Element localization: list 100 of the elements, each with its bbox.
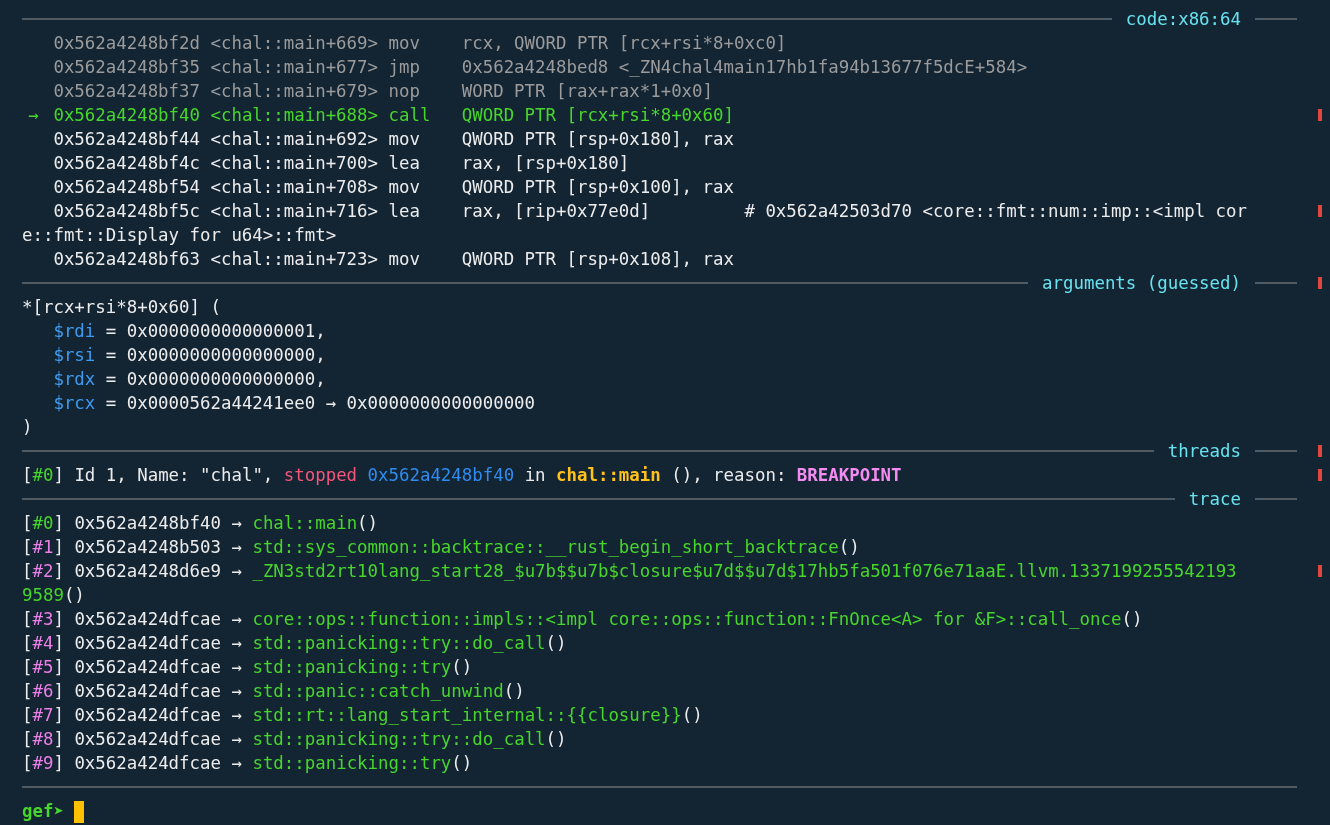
- thread-info: Id 1, Name: "chal",: [74, 465, 274, 485]
- closing-paren: ): [22, 417, 33, 437]
- call-parens: (): [451, 753, 473, 773]
- frame-address: 0x562a4248b503: [74, 537, 221, 557]
- scroll-marker: [1318, 565, 1322, 577]
- frame-index: [#9]: [22, 753, 64, 773]
- register-value: = 0x0000000000000001,: [105, 321, 326, 341]
- mnemonic: jmp: [388, 56, 421, 79]
- symbol-label: <chal::main+708>: [210, 177, 378, 197]
- scroll-marker: [1318, 109, 1322, 121]
- frame-address: 0x562a4248d6e9: [74, 561, 221, 581]
- arrow: →: [231, 609, 242, 629]
- call-expression: *[rcx+rsi*8+0x60] (: [22, 297, 221, 317]
- section-title: trace: [1187, 489, 1242, 509]
- frame-index: [#2]: [22, 561, 64, 581]
- symbol-label: <chal::main+700>: [210, 153, 378, 173]
- frame-index: [#7]: [22, 705, 64, 725]
- operands: 0x562a4248bed8 <_ZN4chal4main17hb1fa94b13677f5dcE+584>: [461, 57, 1028, 77]
- section-title: arguments (guessed): [1041, 273, 1242, 293]
- address: 0x562a4248bf63: [53, 249, 200, 269]
- scroll-marker: [1318, 277, 1322, 289]
- register-name: $rdi: [53, 321, 96, 341]
- scroll-marker: [1318, 469, 1322, 481]
- address: 0x562a4248bf4c: [53, 153, 200, 173]
- stop-reason: BREAKPOINT: [796, 465, 902, 485]
- mnemonic: mov: [388, 176, 421, 199]
- operands: WORD PTR [rax+rax*1+0x0]: [461, 81, 714, 101]
- frame-function: std::sys_common::backtrace::__rust_begin_short_backtrace: [252, 537, 839, 557]
- scroll-marker: [1318, 445, 1322, 457]
- section-title: code:x86:64: [1124, 9, 1242, 29]
- frame-function: core::ops::function::impls::<impl core::ops::function::FnOnce<A> for &F>::call_once: [252, 609, 1122, 629]
- mnemonic: mov: [388, 248, 421, 271]
- mnemonic: call: [388, 104, 432, 127]
- call-parens: (): [503, 681, 525, 701]
- arrow: →: [231, 705, 242, 725]
- call-parens: (): [545, 729, 567, 749]
- frame-function: std::panicking::try::do_call: [252, 633, 546, 653]
- register-value: = 0x0000000000000000,: [105, 369, 326, 389]
- frame-index: [#5]: [22, 657, 64, 677]
- call-parens: (): [1121, 609, 1143, 629]
- symbol-label: <chal::main+723>: [210, 249, 378, 269]
- operands: QWORD PTR [rsp+0x100], rax: [461, 177, 734, 197]
- register-name: $rsi: [53, 345, 96, 365]
- arrow: →: [231, 513, 242, 533]
- frame-address: 0x562a424dfcae: [74, 729, 221, 749]
- frame-index: [#6]: [22, 681, 64, 701]
- symbol-label: <chal::main+679>: [210, 81, 378, 101]
- address: 0x562a4248bf35: [53, 57, 200, 77]
- operands: QWORD PTR [rcx+rsi*8+0x60]: [461, 105, 734, 125]
- operands: rcx, QWORD PTR [rcx+rsi*8+0xc0]: [461, 33, 787, 53]
- register-value: = 0x0000000000000000,: [105, 345, 326, 365]
- frame-index: [#0]: [22, 465, 64, 485]
- frame-function: std::panicking::try: [252, 657, 452, 677]
- frame-function: std::rt::lang_start_internal::{{closure}}: [252, 705, 682, 725]
- arrow: →: [231, 729, 242, 749]
- thread-status: stopped: [283, 465, 358, 485]
- symbol-label: <chal::main+692>: [210, 129, 378, 149]
- thread-address: 0x562a4248bf40: [367, 465, 515, 485]
- scroll-marker: [1318, 205, 1322, 217]
- arrow: →: [231, 633, 242, 653]
- address: 0x562a4248bf40: [53, 105, 200, 125]
- frame-function: std::panicking::try: [252, 753, 452, 773]
- call-parens: (): [681, 705, 703, 725]
- mnemonic: lea: [388, 200, 421, 223]
- symbol-label: <chal::main+677>: [210, 57, 378, 77]
- register-name: $rdx: [53, 369, 96, 389]
- thread-function: chal::main: [556, 465, 661, 485]
- frame-address: 0x562a424dfcae: [74, 753, 221, 773]
- symbol-label: <chal::main+716>: [210, 201, 378, 221]
- call-parens: (): [838, 537, 860, 557]
- operands: QWORD PTR [rsp+0x108], rax: [461, 249, 734, 269]
- frame-index: [#8]: [22, 729, 64, 749]
- frame-function: chal::main: [252, 513, 358, 533]
- thread-info: (), reason:: [671, 465, 787, 485]
- frame-address: 0x562a424dfcae: [74, 705, 221, 725]
- address: 0x562a4248bf44: [53, 129, 200, 149]
- frame-address: 0x562a424dfcae: [74, 681, 221, 701]
- frame-function: std::panic::catch_unwind: [252, 681, 504, 701]
- arrow: →: [231, 561, 242, 581]
- register-value: = 0x0000562a44241ee0 → 0x0000000000000000: [105, 393, 536, 413]
- code-comment: # 0x562a42503d70 <core::fmt::num::imp::<impl cor: [744, 201, 1247, 221]
- frame-index: [#3]: [22, 609, 64, 629]
- address: 0x562a4248bf2d: [53, 33, 200, 53]
- arrow: →: [231, 537, 242, 557]
- operands: rax, [rsp+0x180]: [461, 153, 630, 173]
- arrow: →: [231, 657, 242, 677]
- thread-info: in: [524, 465, 546, 485]
- call-parens: (): [545, 633, 567, 653]
- address: 0x562a4248bf37: [53, 81, 200, 101]
- frame-function: _ZN3std2rt10lang_start28_$u7b$$u7b$closure$u7d$$u7d$17hb5fa501f076e71aaE.llvm.1337199255542193: [252, 561, 1237, 581]
- text-cursor: [74, 801, 85, 823]
- mnemonic: mov: [388, 32, 421, 55]
- symbol-label: <chal::main+688>: [210, 105, 378, 125]
- mnemonic: lea: [388, 152, 421, 175]
- prompt: gef➤: [22, 801, 64, 821]
- code-comment: e::fmt::Display for u64>::fmt>: [22, 225, 337, 245]
- mnemonic: mov: [388, 128, 421, 151]
- frame-address: 0x562a424dfcae: [74, 657, 221, 677]
- address: 0x562a4248bf5c: [53, 201, 200, 221]
- frame-index: [#0]: [22, 513, 64, 533]
